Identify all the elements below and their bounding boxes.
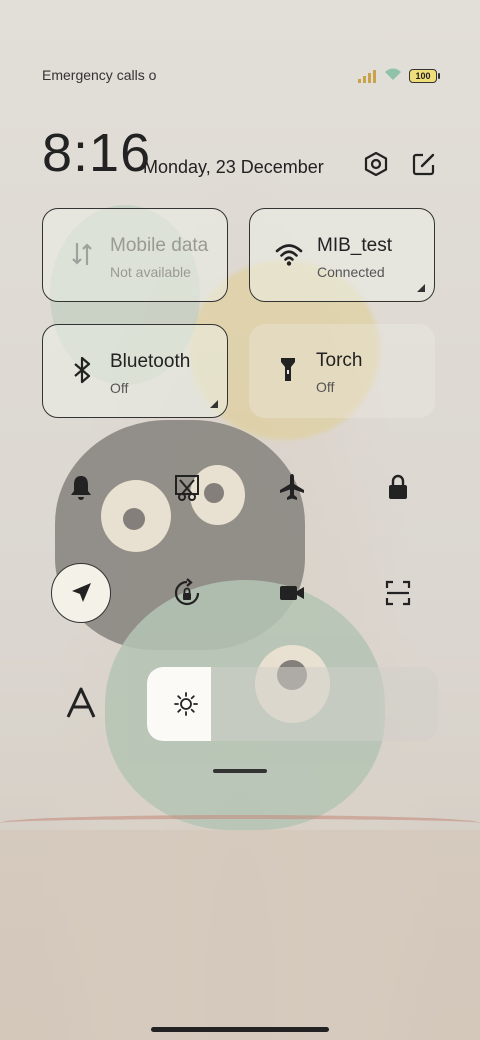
- tile-mobile-data[interactable]: Mobile data Not available: [42, 208, 228, 302]
- mobile-data-icon: [67, 239, 97, 269]
- signal-icon: [358, 69, 376, 83]
- toggle-airplane[interactable]: [262, 457, 322, 517]
- gesture-navigation-bar[interactable]: [151, 1027, 329, 1032]
- bluetooth-icon: [67, 355, 97, 385]
- toggle-screenshot[interactable]: [157, 457, 217, 517]
- wifi-status-icon: [384, 67, 402, 84]
- tile-wifi-state: Connected: [317, 264, 385, 280]
- lock-icon: [389, 474, 407, 499]
- brightness-slider[interactable]: [147, 667, 438, 741]
- toggle-rotation-lock[interactable]: [157, 563, 217, 623]
- toggle-screen-recorder[interactable]: [262, 563, 322, 623]
- tile-bluetooth-state: Off: [110, 380, 129, 396]
- tile-torch-state: Off: [316, 379, 335, 395]
- scissors-screenshot-icon: [175, 475, 199, 501]
- settings-icon[interactable]: [362, 150, 390, 178]
- tile-bluetooth-label: Bluetooth: [110, 351, 191, 372]
- tile-bluetooth[interactable]: Bluetooth Off: [42, 324, 228, 418]
- torch-icon: [273, 354, 303, 384]
- tile-mobile-data-state: Not available: [110, 264, 191, 280]
- status-bar: Emergency calls o 100: [42, 67, 440, 87]
- airplane-icon: [280, 474, 304, 500]
- font-a-icon[interactable]: [64, 685, 98, 721]
- wifi-icon: [274, 239, 304, 269]
- tile-mobile-data-label: Mobile data: [110, 235, 209, 256]
- tile-wifi-label: MIB_test: [317, 235, 392, 256]
- toggle-lock[interactable]: [368, 457, 428, 517]
- battery-icon: 100: [409, 69, 440, 83]
- sun-icon: [173, 691, 199, 717]
- clock-date: Monday, 23 December: [143, 157, 324, 177]
- carrier-text: Emergency calls o: [42, 67, 157, 83]
- panel-drag-handle[interactable]: [213, 769, 267, 773]
- edit-icon[interactable]: [410, 150, 438, 178]
- rotation-lock-icon: [174, 578, 200, 606]
- tile-wifi-expand-icon[interactable]: [417, 284, 425, 292]
- toggle-location[interactable]: [51, 563, 111, 623]
- video-camera-icon: [280, 586, 304, 600]
- toggle-sound[interactable]: [51, 457, 111, 517]
- tile-torch-label: Torch: [316, 350, 363, 371]
- tile-torch[interactable]: Torch Off: [249, 324, 435, 418]
- location-arrow-icon: [72, 583, 91, 602]
- bell-icon: [71, 476, 91, 500]
- scan-frame-icon: [385, 580, 411, 606]
- tile-wifi[interactable]: MIB_test Connected: [249, 208, 435, 302]
- tile-bluetooth-expand-icon[interactable]: [210, 400, 218, 408]
- toggle-scanner[interactable]: [368, 563, 428, 623]
- clock-time: 8:16: [42, 123, 152, 183]
